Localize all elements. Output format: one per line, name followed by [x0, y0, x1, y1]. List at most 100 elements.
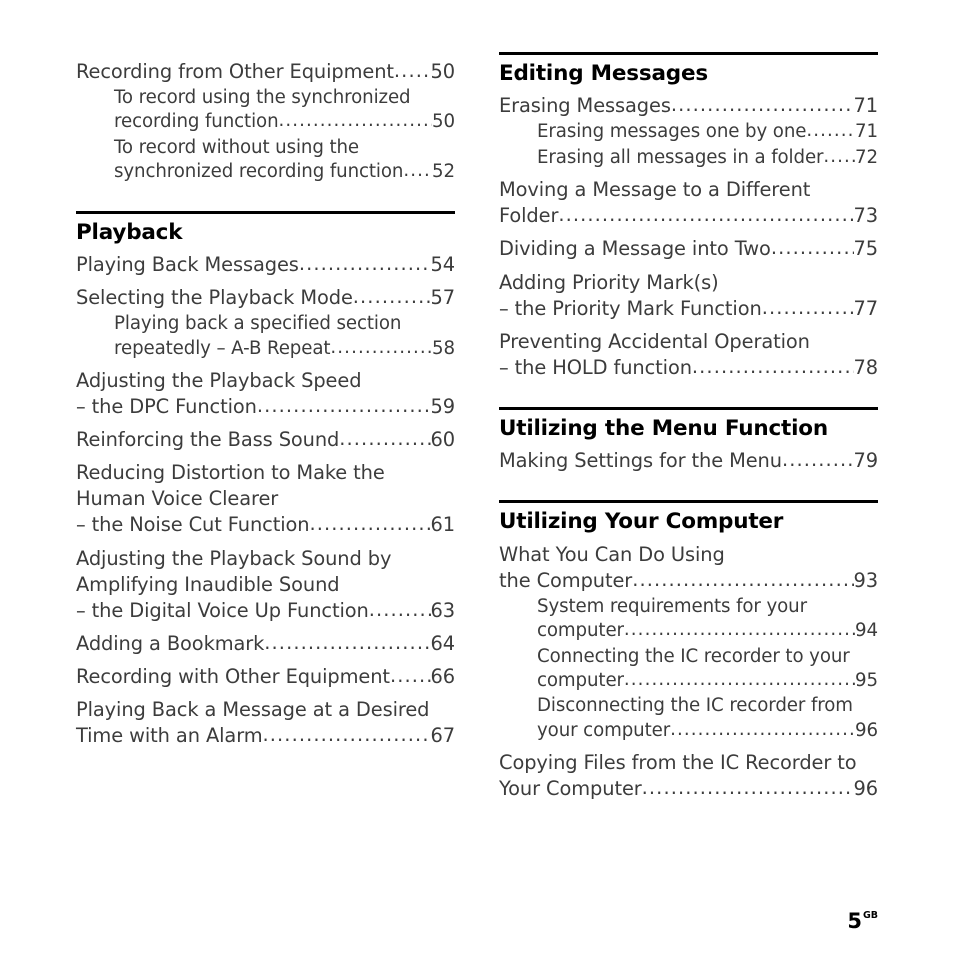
toc-section-continued: Recording from Other Equipment..........…: [76, 59, 455, 185]
toc-entry-disconnecting-the-ic-recorder-from[interactable]: Disconnecting the IC recorder from your c…: [499, 694, 878, 743]
toc-entry-title: synchronized recording function: [114, 161, 404, 183]
toc-page-number: 58: [432, 337, 455, 359]
toc-entry-erasing-messages[interactable]: Erasing Messages........................…: [499, 93, 878, 119]
toc-entry-copying-files-from-the-ic-recorder-to[interactable]: Copying Files from the IC Recorder to You…: [499, 750, 878, 802]
toc-page-number: 95: [855, 670, 878, 692]
toc-entry-line: Playing back a specified section: [114, 313, 402, 335]
section-divider-rule: [499, 406, 878, 410]
toc-entry-playing-back-a-message-at-a-desired[interactable]: Playing Back a Message at a Desired Time …: [76, 697, 455, 749]
toc-entry-leader-line: Dividing a Message into Two.............…: [499, 236, 878, 262]
toc-entry-line: Moving a Message to a Different: [499, 178, 811, 202]
toc-entry-title: Time with an Alarm: [76, 724, 263, 748]
toc-dot-leader: ........................................…: [761, 295, 854, 319]
toc-entry-leader-line: Reinforcing the Bass Sound..............…: [76, 427, 455, 453]
toc-entry-line: To record without using the: [114, 136, 360, 158]
toc-entry-list: What You Can Do Using the Computer.......…: [499, 542, 878, 803]
toc-entry-preventing-accidental-operation[interactable]: Preventing Accidental Operation – the HOL…: [499, 329, 878, 381]
toc-dot-leader: ........................................…: [403, 160, 432, 182]
toc-entry-leader-line: your computer...........................…: [537, 719, 878, 743]
toc-dot-leader: ........................................…: [558, 203, 853, 227]
toc-entry-dividing-a-message-into-two[interactable]: Dividing a Message into Two.............…: [499, 236, 878, 262]
section-divider-rule: [499, 500, 878, 504]
toc-entry-connecting-the-ic-recorder-to-your[interactable]: Connecting the IC recorder to your comput…: [499, 645, 878, 694]
toc-dot-leader: ........................................…: [632, 567, 854, 591]
toc-entry-erasing-messages-one-by-one[interactable]: Erasing messages one by one.............…: [499, 120, 878, 144]
toc-entry-line: Amplifying Inaudible Sound: [76, 572, 340, 596]
toc-entry-line: Disconnecting the IC recorder from: [537, 695, 853, 717]
toc-entry-recording-from-other-equipment[interactable]: Recording from Other Equipment..........…: [76, 59, 455, 85]
toc-dot-leader: ........................................…: [298, 252, 431, 276]
section-heading: Playback: [76, 219, 183, 245]
toc-entry-title: Making Settings for the Menu: [499, 449, 782, 473]
toc-page-number: 52: [432, 161, 455, 183]
toc-entry-playing-back-a-specified-section[interactable]: Playing back a specified section repeated…: [76, 312, 455, 361]
folio-region: GB: [862, 910, 878, 921]
toc-entry-reducing-distortion-to-make-the[interactable]: Reducing Distortion to Make the Human Voi…: [76, 460, 455, 538]
toc-dot-leader: ........................................…: [670, 93, 854, 117]
toc-entry-title: Folder: [499, 204, 559, 228]
toc-dot-leader: ........................................…: [623, 669, 855, 691]
toc-entry-leader-line: Making Settings for the Menu............…: [499, 448, 878, 474]
toc-entry-title: Erasing Messages: [499, 94, 671, 118]
toc-entry-title: – the Priority Mark Function: [499, 296, 762, 320]
toc-entry-adjusting-the-playback-speed[interactable]: Adjusting the Playback Speed – the DPC Fu…: [76, 368, 455, 420]
toc-entry-line: Playing Back a Message at a Desired: [76, 698, 430, 722]
toc-section-utilizing-your-computer: Utilizing Your Computer What You Can Do U…: [499, 500, 878, 802]
toc-entry-reinforcing-the-bass-sound[interactable]: Reinforcing the Bass Sound..............…: [76, 427, 455, 453]
toc-page-number: 66: [430, 664, 456, 688]
toc-dot-leader: ........................................…: [641, 776, 854, 800]
toc-entry-title: Adding a Bookmark: [76, 631, 265, 655]
toc-entry-making-settings-for-the-menu[interactable]: Making Settings for the Menu............…: [499, 448, 878, 474]
toc-entry-to-record-without-using-the[interactable]: To record without using the synchronized …: [76, 136, 455, 185]
toc-entry-line: What You Can Do Using: [499, 542, 725, 566]
toc-entry-moving-a-message-to-a-different[interactable]: Moving a Message to a Different Folder...…: [499, 177, 878, 229]
toc-page-number: 75: [853, 237, 879, 261]
toc-entry-leader-line: – the Noise Cut Function................…: [76, 512, 455, 538]
toc-page-number: 72: [855, 146, 878, 168]
toc-page-number: 78: [853, 355, 879, 379]
toc-entry-line: Adjusting the Playback Sound by: [76, 546, 392, 570]
toc-entry-leader-line: repeatedly – A-B Repeat.................…: [114, 337, 455, 361]
toc-entry-title: computer: [537, 670, 624, 692]
toc-entry-line: To record using the synchronized: [114, 87, 411, 109]
toc-entry-adding-priority-mark-s[interactable]: Adding Priority Mark(s) – the Priority Ma…: [499, 270, 878, 322]
toc-entry-selecting-the-playback-mode[interactable]: Selecting the Playback Mode.............…: [76, 285, 455, 311]
toc-entry-adjusting-the-playback-sound-by[interactable]: Adjusting the Playback Sound by Amplifyin…: [76, 546, 455, 624]
toc-entry-leader-line: Erasing Messages........................…: [499, 93, 878, 119]
toc-entry-to-record-using-the-synchronized[interactable]: To record using the synchronized recordin…: [76, 86, 455, 135]
toc-dot-leader: ........................................…: [670, 718, 855, 740]
toc-page-number: 50: [430, 60, 456, 83]
section-divider-rule: [499, 52, 878, 55]
toc-page-number: 73: [853, 204, 879, 228]
toc-entry-line: Preventing Accidental Operation: [499, 329, 810, 353]
toc-entry-leader-line: computer................................…: [537, 669, 878, 693]
toc-entry-line: System requirements for your: [537, 595, 807, 617]
toc-entry-line: Adjusting the Playback Speed: [76, 368, 362, 392]
toc-dot-leader: ........................................…: [806, 120, 855, 142]
toc-page-number: 57: [430, 286, 456, 310]
toc-entry-list: Playing Back Messages...................…: [76, 252, 455, 749]
toc-entry-title: Playing Back Messages: [76, 253, 299, 277]
toc-dot-leader: ........................................…: [368, 597, 431, 621]
toc-entry-line: Adding Priority Mark(s): [499, 270, 719, 294]
toc-entry-leader-line: Folder..................................…: [499, 203, 878, 229]
toc-entry-leader-line: Adding a Bookmark.......................…: [76, 631, 455, 657]
toc-entry-playing-back-messages[interactable]: Playing Back Messages...................…: [76, 252, 455, 278]
toc-page-number: 59: [430, 395, 456, 419]
toc-right-column: Editing Messages Erasing Messages........…: [499, 52, 878, 802]
toc-entry-leader-line: recording function......................…: [114, 110, 455, 134]
toc-entry-erasing-all-messages-in-a-folder[interactable]: Erasing all messages in a folder........…: [499, 146, 878, 170]
toc-entry-adding-a-bookmark[interactable]: Adding a Bookmark.......................…: [76, 631, 455, 657]
toc-entry-what-you-can-do-using[interactable]: What You Can Do Using the Computer.......…: [499, 542, 878, 594]
toc-entry-title: your computer: [537, 719, 671, 741]
toc-page-number: 61: [430, 513, 456, 537]
toc-entry-recording-with-other-equipment[interactable]: Recording with Other Equipment..........…: [76, 664, 455, 690]
toc-page-number: 71: [853, 94, 879, 118]
toc-entry-title: – the HOLD function: [499, 355, 692, 379]
toc-entry-leader-line: Erasing messages one by one.............…: [537, 120, 878, 144]
toc-page: Recording from Other Equipment..........…: [0, 0, 954, 954]
toc-page-number: 67: [430, 724, 456, 748]
toc-entry-title: Reinforcing the Bass Sound: [76, 428, 340, 452]
toc-entry-system-requirements-for-your[interactable]: System requirements for your computer....…: [499, 595, 878, 644]
toc-entry-list: Erasing Messages........................…: [499, 93, 878, 381]
